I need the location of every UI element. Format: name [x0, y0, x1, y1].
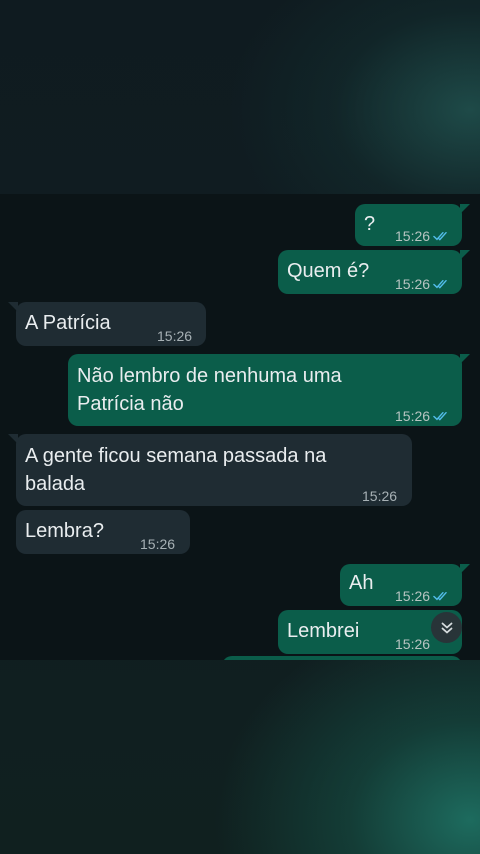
message-meta: 15:26: [395, 630, 430, 658]
message-text: Ah: [349, 572, 374, 594]
message-outgoing-partial: [222, 656, 462, 660]
double-chevron-down-icon: [441, 622, 452, 633]
message-time: 15:26: [362, 488, 398, 504]
message-meta: 15:26: [395, 582, 450, 610]
message-meta: 15:26: [157, 322, 192, 350]
message-incoming[interactable]: A gente ficou semana passada na balada 1…: [8, 434, 412, 506]
bubble-tail: [460, 204, 470, 214]
message-time: 15:26: [157, 328, 193, 344]
message-outgoing[interactable]: Não lembro de nenhuma uma Patrícia não 1…: [68, 354, 470, 426]
bubble-tail: [460, 564, 470, 574]
message-time: 15:26: [395, 408, 431, 424]
message-time: 15:26: [395, 276, 431, 292]
bubble-tail: [8, 434, 18, 444]
message-meta: 15:26: [395, 402, 450, 430]
message-text: Lembrei: [287, 620, 360, 642]
message-time: 15:26: [395, 588, 431, 604]
message-incoming[interactable]: Lembra? 15:26: [16, 510, 190, 554]
message-text: Não lembro de nenhuma uma Patrícia não: [77, 365, 342, 415]
bubble-tail: [460, 354, 470, 364]
bubble-tail: [8, 302, 18, 312]
message-meta: 15:26: [140, 530, 175, 558]
message-text: Lembra?: [25, 520, 104, 542]
message-meta: 15:26: [362, 482, 397, 510]
message-outgoing[interactable]: Quem é? 15:26: [278, 250, 470, 294]
message-text: A Patrícia: [25, 312, 111, 334]
scroll-to-bottom-button[interactable]: [431, 612, 462, 643]
double-check-icon: [433, 231, 447, 241]
screenshot-page: ? 15:26 Quem é? 15:26 A Patrícia 15:26 N…: [0, 0, 480, 854]
message-time: 15:26: [395, 228, 431, 244]
chat-conversation[interactable]: ? 15:26 Quem é? 15:26 A Patrícia 15:26 N…: [0, 194, 480, 660]
double-check-icon: [433, 591, 447, 601]
message-time: 15:26: [140, 536, 176, 552]
message-outgoing[interactable]: ? 15:26: [355, 204, 470, 246]
message-time: 15:26: [395, 636, 431, 652]
message-incoming[interactable]: A Patrícia 15:26: [8, 302, 206, 346]
message-meta: 15:26: [395, 270, 450, 298]
message-text: A gente ficou semana passada na balada: [25, 445, 327, 495]
double-check-icon: [433, 411, 447, 421]
double-check-icon: [433, 279, 447, 289]
message-text: Quem é?: [287, 260, 370, 282]
message-meta: 15:26: [395, 222, 450, 250]
message-outgoing[interactable]: Ah 15:26: [340, 564, 470, 606]
message-text: ?: [364, 213, 376, 235]
bubble-tail: [460, 250, 470, 260]
